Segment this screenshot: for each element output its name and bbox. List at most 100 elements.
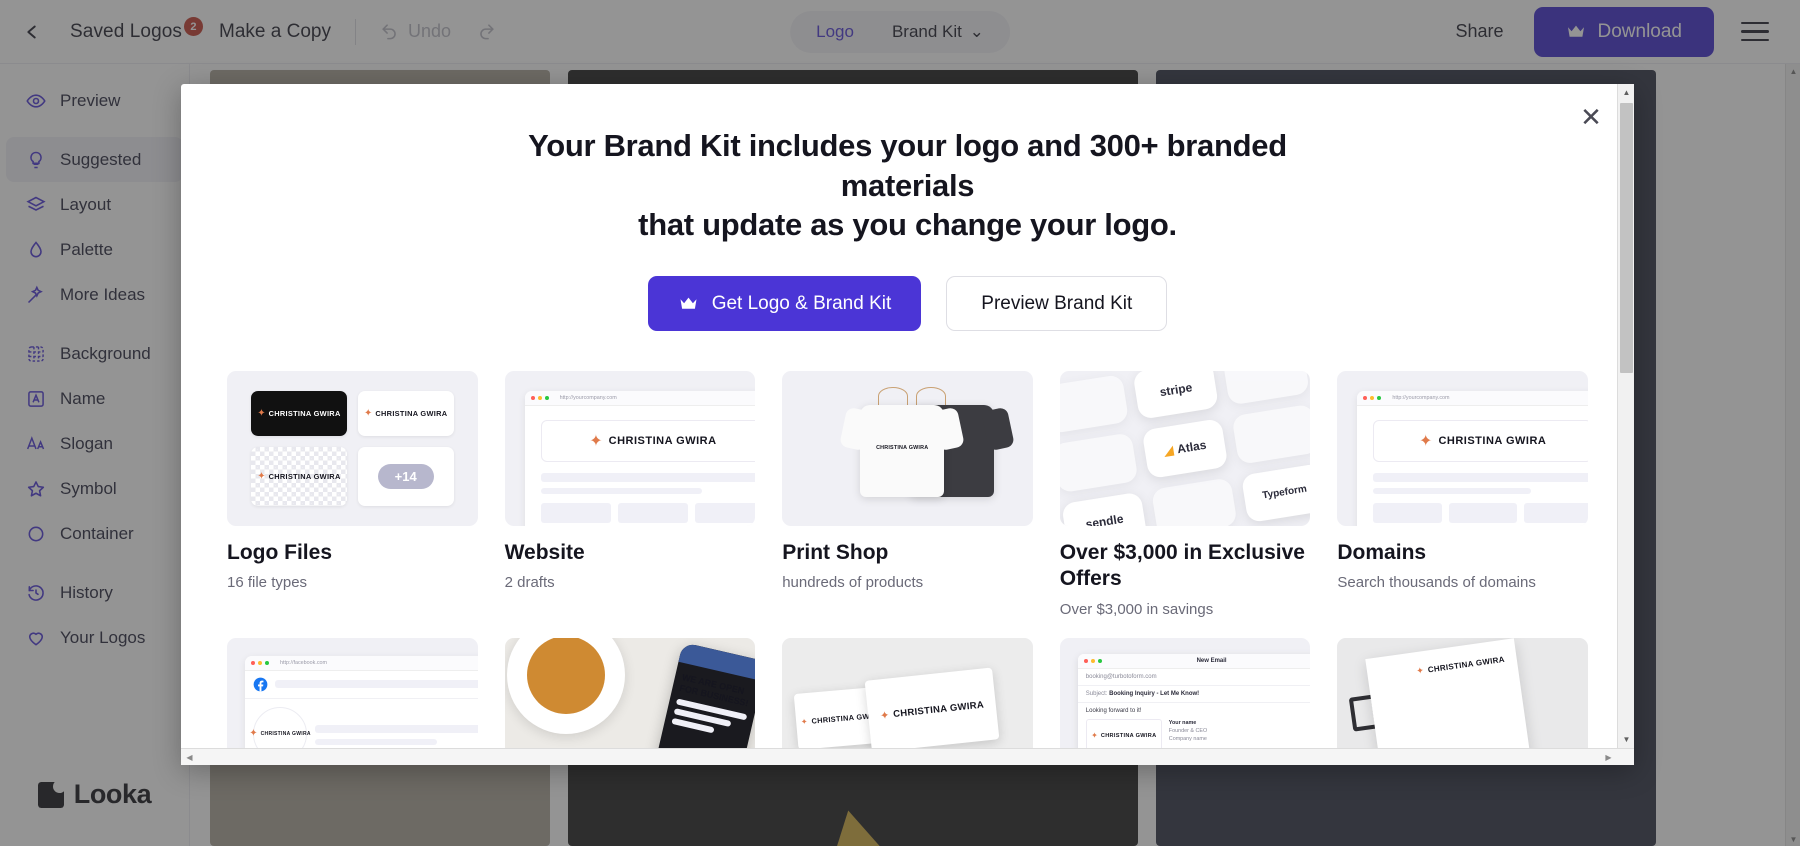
tshirt-logo-name: CHRISTINA GWIRA (876, 445, 929, 452)
tile-title: Domains (1337, 541, 1427, 565)
partner-card-atlas: ◢ Atlas (1141, 418, 1229, 479)
window-close-dot (530, 396, 535, 401)
partner-card-empty (1059, 432, 1139, 493)
browser-mockup: http://yourcompany.com ✦ CHRISTINA GWIRA (524, 391, 756, 527)
social-post-thumb: WE ARE OPEN FOR BUSINESS! (504, 637, 756, 748)
browser-chrome-bar: http://yourcompany.com (524, 391, 756, 407)
window-minimize-dot (258, 660, 262, 665)
logo-glyph-icon: ✦ (589, 433, 603, 451)
email-compose-mockup: New Email booking@turbotoform.com Subjec… (1077, 653, 1311, 748)
letterhead-logo: ✦ CHRISTINA GWIRA (1366, 638, 1518, 684)
logo-name: CHRISTINA GWIRA (892, 698, 985, 720)
modal-heading-line2: that update as you change your logo. (638, 207, 1177, 243)
skeleton-tile (540, 503, 611, 524)
logo-variant-more: +14 (357, 447, 454, 507)
tile-print-shop[interactable]: CHRISTINA GWIRA Print Shop hundreds of p… (782, 371, 1033, 620)
window-minimize-dot (1370, 396, 1375, 401)
hanger-icon (916, 387, 947, 406)
scroll-left-arrow[interactable]: ◀ (181, 749, 198, 766)
tile-social-post[interactable]: WE ARE OPEN FOR BUSINESS! (504, 637, 756, 748)
partner-card-typeform: Typeform (1241, 462, 1311, 523)
scroll-up-arrow[interactable]: ▲ (1618, 84, 1634, 101)
email-subject-value: Booking Inquiry - Let Me Know! (1109, 690, 1200, 697)
skeleton-line (315, 724, 478, 733)
logo-glyph-icon: ✦ (879, 708, 891, 722)
logo-name: CHRISTINA GWIRA (268, 409, 341, 419)
app-root: Saved Logos 2 Make a Copy Undo Logo Bran… (0, 0, 1800, 846)
atlas-triangle-icon: ◢ (1162, 443, 1175, 459)
logo-name: CHRISTINA GWIRA (608, 435, 717, 448)
logo-files-preview-grid: ✦ CHRISTINA GWIRA ✦ CHRISTINA GWIRA ✦ CHRIS… (251, 391, 454, 507)
tile-business-cards[interactable]: ✦ CHRISTINA GWIRA ✦ CHRISTINA GWIRA (782, 637, 1033, 748)
tile-website[interactable]: http://yourcompany.com ✦ CHRISTINA GWIRA (504, 371, 756, 620)
logo-name: CHRISTINA GWIRA (1100, 732, 1157, 739)
business-card-front: ✦ CHRISTINA GWIRA (864, 667, 1000, 748)
email-to-field: booking@turbotoform.com (1077, 669, 1311, 686)
website-skeleton-lines (540, 473, 756, 495)
logo-name: CHRISTINA GWIRA (268, 472, 341, 482)
partner-card-empty (1150, 476, 1238, 527)
window-maximize-dot (544, 396, 549, 401)
scroll-right-arrow[interactable]: ▶ (1600, 749, 1617, 766)
partner-card-stripe: stripe (1132, 371, 1220, 421)
get-logo-and-brand-kit-button[interactable]: Get Logo & Brand Kit (647, 276, 922, 332)
preview-brand-kit-button[interactable]: Preview Brand Kit (946, 276, 1168, 332)
modal-body: ✕ Your Brand Kit includes your logo and … (181, 84, 1634, 748)
skeleton-tile (1373, 503, 1442, 524)
more-count-badge: +14 (377, 464, 434, 490)
partner-card-empty (1231, 404, 1311, 465)
skeleton-tile (617, 503, 688, 524)
email-window-title: New Email (1196, 657, 1227, 664)
tile-logo-files[interactable]: ✦ CHRISTINA GWIRA ✦ CHRISTINA GWIRA ✦ CHRIS… (227, 371, 478, 620)
modal-horizontal-scrollbar[interactable]: ◀ ▶ (181, 748, 1634, 765)
scroll-down-arrow[interactable]: ▼ (1618, 731, 1634, 748)
email-subject-field: Subject: Booking Inquiry - Let Me Know! (1077, 686, 1311, 703)
browser-url: http://facebook.com (280, 659, 328, 666)
signature-name: Your name (1168, 719, 1197, 726)
tile-exclusive-offers[interactable]: stripe ◢ Atlas sendle Typeform Over $3,0… (1059, 371, 1311, 620)
browser-chrome-bar: http://facebook.com (245, 655, 478, 671)
print-shop-thumb: CHRISTINA GWIRA (782, 371, 1033, 527)
tile-title: Website (504, 541, 585, 565)
logo-variant-light: ✦ CHRISTINA GWIRA (357, 391, 454, 437)
logo-glyph-icon: ✦ (364, 408, 373, 420)
email-subject-label: Subject: (1085, 690, 1108, 697)
skeleton-line (275, 680, 478, 689)
skeleton-line (1373, 473, 1588, 483)
modal-heading-line1: Your Brand Kit includes your logo and 30… (528, 128, 1287, 203)
domain-skeleton-tiles (1373, 503, 1588, 524)
signature-logo: ✦ CHRISTINA GWIRA (1085, 718, 1162, 748)
business-cards-thumb: ✦ CHRISTINA GWIRA ✦ CHRISTINA GWIRA (782, 637, 1033, 748)
skeleton-tile (1448, 503, 1517, 524)
tile-letterhead[interactable]: ✦ CHRISTINA GWIRA (1337, 637, 1588, 748)
close-icon[interactable]: ✕ (1574, 100, 1608, 134)
scrollbar-thumb[interactable] (1620, 103, 1633, 373)
skeleton-tile (695, 503, 756, 524)
tile-domains[interactable]: http://yourcompany.com ✦ CHRISTINA GWIRA (1337, 371, 1588, 620)
tile-title: Logo Files (227, 541, 332, 565)
skeleton-tile (1523, 503, 1588, 524)
signature-details: Your name Founder & CEO Company name (1169, 719, 1207, 748)
tile-facebook[interactable]: http://facebook.com ✦ CHRISTINA GWIRA (227, 637, 478, 748)
partner-card-empty (1222, 371, 1310, 406)
window-minimize-dot (1090, 658, 1095, 663)
brand-kit-modal: ✕ Your Brand Kit includes your logo and … (181, 84, 1634, 765)
logo-files-thumb: ✦ CHRISTINA GWIRA ✦ CHRISTINA GWIRA ✦ CHRIS… (227, 371, 478, 527)
skeleton-line (1373, 488, 1531, 495)
tile-subtitle: 2 drafts (504, 574, 555, 592)
tile-title: Over $3,000 in Exclusive Offers (1059, 541, 1305, 591)
tile-subtitle: 16 file types (227, 574, 308, 592)
partner-name: Atlas (1176, 438, 1208, 457)
business-cards-photo: ✦ CHRISTINA GWIRA ✦ CHRISTINA GWIRA (782, 637, 1033, 748)
window-close-dot (1363, 396, 1368, 401)
modal-vertical-scrollbar[interactable]: ▲ ▼ (1617, 84, 1634, 748)
email-body: Looking forward to it! (1085, 707, 1142, 714)
window-maximize-dot (1097, 658, 1102, 663)
tile-email-signature[interactable]: New Email booking@turbotoform.com Subjec… (1059, 637, 1311, 748)
logo-glyph-icon: ✦ (249, 728, 258, 740)
skeleton-line (540, 488, 703, 495)
brand-kit-grid: ✦ CHRISTINA GWIRA ✦ CHRISTINA GWIRA ✦ CHRIS… (227, 371, 1588, 748)
facebook-skeleton (315, 707, 478, 748)
logo-glyph-icon: ✦ (1419, 433, 1433, 451)
coffee-cup (506, 637, 625, 734)
